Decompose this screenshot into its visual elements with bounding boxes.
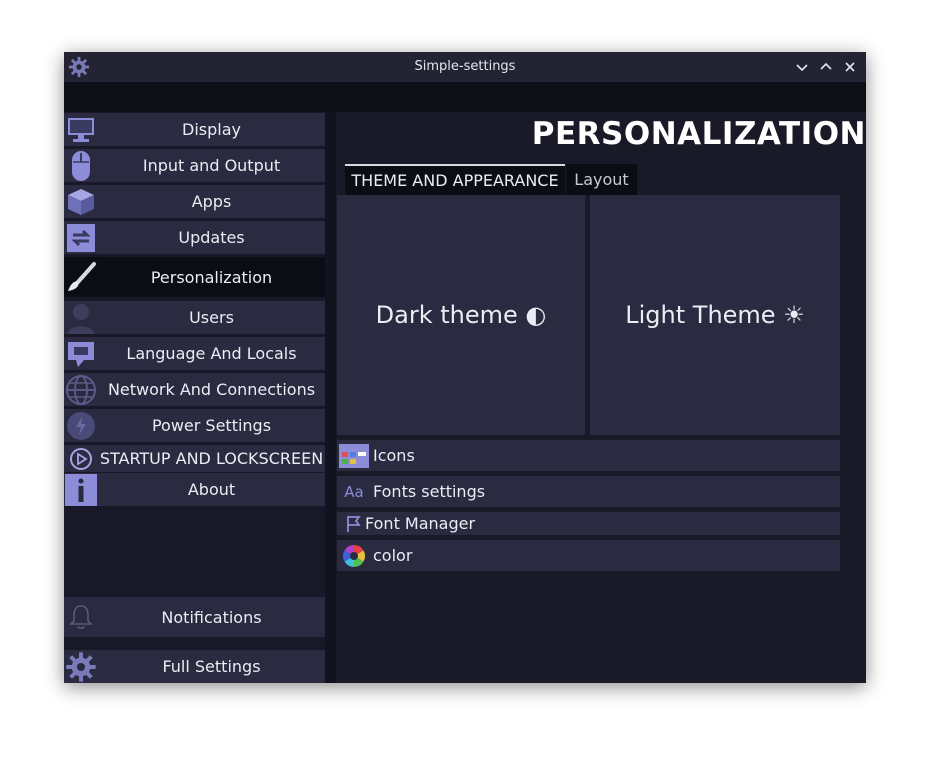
refresh-icon <box>64 221 98 254</box>
font-icon: Aa <box>344 482 364 501</box>
mouse-icon <box>64 149 98 182</box>
speech-bubble-icon <box>64 337 98 370</box>
sidebar-item-language[interactable]: Language And Locals <box>64 337 325 370</box>
fonts-settings-label: Fonts settings <box>373 482 486 501</box>
sidebar-item-startup[interactable]: STARTUP AND LOCKSCREEN <box>64 445 325 472</box>
light-theme-button[interactable]: Light Theme ☀ <box>590 195 840 435</box>
font-manager-label: Font Manager <box>365 514 476 533</box>
sidebar-item-personalization[interactable]: Personalization <box>64 257 325 297</box>
toolbar-strip <box>64 82 866 112</box>
color-label: color <box>373 546 413 565</box>
bell-icon <box>64 597 98 637</box>
tab-layout[interactable]: Layout <box>566 164 637 195</box>
package-icon <box>64 185 98 218</box>
settings-window: Simple-settings Display Input and Output… <box>64 52 866 683</box>
sidebar-item-network[interactable]: Network And Connections <box>64 373 325 406</box>
sidebar-item-label: Full Settings <box>162 657 261 676</box>
sidebar-item-power[interactable]: Power Settings <box>64 409 325 442</box>
info-icon <box>64 473 98 506</box>
tab-theme-appearance[interactable]: THEME AND APPEARANCE <box>345 164 565 195</box>
fonts-settings-button[interactable]: Aa Fonts settings <box>337 476 840 507</box>
sidebar-item-label: Input and Output <box>142 156 281 175</box>
sidebar-item-label: Display <box>182 120 241 139</box>
font-manager-button[interactable]: Font Manager <box>337 512 840 535</box>
minimize-icon[interactable] <box>794 59 810 75</box>
color-wheel-icon <box>339 540 369 571</box>
sidebar-item-label: Users <box>189 308 234 327</box>
title-bar: Simple-settings <box>64 52 866 82</box>
sidebar-item-apps[interactable]: Apps <box>64 185 325 218</box>
sidebar-item-display[interactable]: Display <box>64 113 325 146</box>
sidebar-item-label: About <box>187 480 236 499</box>
sidebar-item-updates[interactable]: Updates <box>64 221 325 254</box>
icons-grid-icon <box>339 440 369 471</box>
globe-icon <box>64 373 98 406</box>
sidebar-item-label: Network And Connections <box>107 380 316 399</box>
sidebar-item-label: Updates <box>178 228 245 247</box>
sidebar-item-users[interactable]: Users <box>64 301 325 334</box>
play-circle-icon <box>64 445 98 472</box>
half-moon-icon: ◐ <box>525 301 547 329</box>
sidebar-item-label: Power Settings <box>151 416 272 435</box>
monitor-icon <box>64 113 98 146</box>
sun-icon: ☀ <box>783 301 805 329</box>
window-title: Simple-settings <box>414 59 516 74</box>
light-theme-label: Light Theme <box>625 301 776 329</box>
sidebar-item-label: STARTUP AND LOCKSCREEN <box>99 449 324 468</box>
sidebar-item-full-settings[interactable]: Full Settings <box>64 650 325 683</box>
maximize-icon[interactable] <box>818 59 834 75</box>
sidebar-item-about[interactable]: About <box>64 473 325 506</box>
dark-theme-button[interactable]: Dark theme ◐ <box>337 195 585 435</box>
color-button[interactable]: color <box>337 540 840 571</box>
dark-theme-label: Dark theme <box>375 301 518 329</box>
close-icon[interactable] <box>842 59 858 75</box>
page-title: PERSONALIZATION <box>531 116 866 152</box>
sidebar-item-input-output[interactable]: Input and Output <box>64 149 325 182</box>
sidebar-item-notifications[interactable]: Notifications <box>64 597 325 637</box>
icons-button[interactable]: Icons <box>337 440 840 471</box>
icons-label: Icons <box>373 446 415 465</box>
sidebar-item-label: Apps <box>191 192 232 211</box>
gear-icon <box>64 650 98 683</box>
paintbrush-icon <box>64 257 98 297</box>
power-icon <box>64 409 98 442</box>
sidebar-item-label: Personalization <box>150 267 273 287</box>
sidebar-item-label: Language And Locals <box>126 344 297 363</box>
sidebar-item-label: Notifications <box>161 607 262 627</box>
user-icon <box>64 301 98 334</box>
